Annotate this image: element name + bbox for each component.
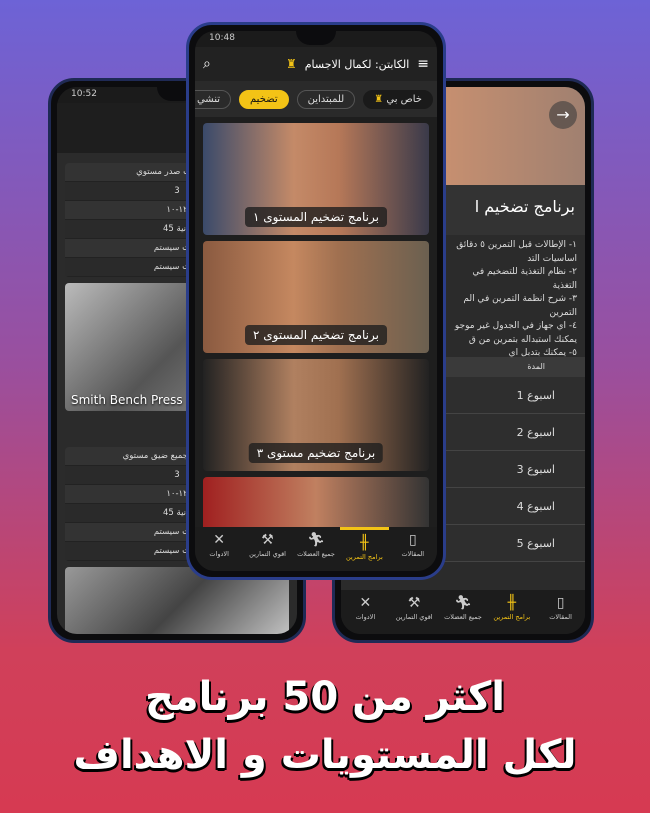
chip-mine[interactable]: ♜ خاص بي <box>363 89 433 109</box>
caption-line-1: اكثر من 50 برنامج <box>145 674 505 720</box>
tools-icon: ✕ <box>359 595 372 611</box>
dumbbell-icon: ╫ <box>507 595 517 611</box>
nav-muscles[interactable]: 🏃︎ جميع العضلات <box>439 590 488 634</box>
bottom-nav: ▯ المقالات ╫ برامج التمرين 🏃︎ جميع العضلات … <box>341 590 585 634</box>
chip-beginners[interactable]: للمبتداين <box>296 89 356 109</box>
phone-icon: ▯ <box>556 595 565 611</box>
program-card[interactable]: برنامج تضخيم المستوى ٢ <box>203 241 429 353</box>
nav-articles[interactable]: ▯ المقالات <box>389 527 437 571</box>
person-icon: ♜ <box>374 93 387 105</box>
running-icon: 🏃︎ <box>307 532 325 548</box>
nav-articles[interactable]: ▯ المقالات <box>536 590 585 634</box>
program-card[interactable]: برنامج تضخيم مستوى ٣ <box>203 359 429 471</box>
chip-bulking[interactable]: تضخيم <box>239 89 289 109</box>
menu-icon[interactable]: ≡ <box>417 56 429 72</box>
hammer-icon: ⚒ <box>407 595 421 611</box>
exercise-image-label: Smith Bench Press <box>71 393 183 407</box>
promo-caption: اكثر من 50 برنامج لكل المستويات و الاهدا… <box>0 668 650 784</box>
caption-line-2: لكل المستويات و الاهداف <box>73 732 577 778</box>
nav-exercises[interactable]: ⚒ اقوي التمارين <box>390 590 439 634</box>
program-card-title: برنامج تضخيم المستوى ١ <box>245 207 387 227</box>
category-chips: ♜ خاص بي للمبتداين تضخيم تنشي <box>195 81 437 117</box>
app-bar: ⌕ ♜ الكابتن: لكمال الاجسام ≡ <box>195 47 437 81</box>
arrow-right-icon[interactable]: → <box>549 101 577 129</box>
program-card-title: برنامج تضخيم المستوى ٢ <box>245 325 387 345</box>
tools-icon: ✕ <box>213 532 226 548</box>
center-screen: 10:48 ⌕ ♜ الكابتن: لكمال الاجسام ≡ ♜ خاص… <box>195 31 437 571</box>
bottom-nav: ▯ المقالات ╫ برامج التمرين 🏃︎ جميع العضلات … <box>195 527 437 571</box>
logo-icon: ♜ <box>285 57 297 71</box>
nav-exercises[interactable]: ⚒ اقوي التمارين <box>243 527 291 571</box>
center-phone: 10:48 ⌕ ♜ الكابتن: لكمال الاجسام ≡ ♜ خاص… <box>186 22 446 580</box>
dumbbell-icon: ╫ <box>360 535 369 551</box>
nav-tools[interactable]: ✕ الادوات <box>195 527 243 571</box>
search-icon[interactable]: ⌕ <box>203 56 211 72</box>
app-title: الكابتن: لكمال الاجسام <box>304 57 410 71</box>
nav-programs[interactable]: ╫ برامج التمرين <box>487 590 536 634</box>
nav-tools[interactable]: ✕ الادوات <box>341 590 390 634</box>
running-icon: 🏃︎ <box>454 595 472 611</box>
hammer-icon: ⚒ <box>261 532 274 548</box>
status-time: 10:52 <box>71 89 97 99</box>
nav-muscles[interactable]: 🏃︎ جميع العضلات <box>292 527 340 571</box>
program-card[interactable]: برنامج تضخيم المستوى ١ <box>203 123 429 235</box>
chip-cutting[interactable]: تنشي <box>195 89 232 109</box>
phone-icon: ▯ <box>408 532 417 548</box>
nav-programs[interactable]: ╫ برامج التمرين <box>340 527 389 571</box>
program-card-title: برنامج تضخيم مستوى ٣ <box>248 443 384 463</box>
status-time: 10:48 <box>209 33 235 43</box>
